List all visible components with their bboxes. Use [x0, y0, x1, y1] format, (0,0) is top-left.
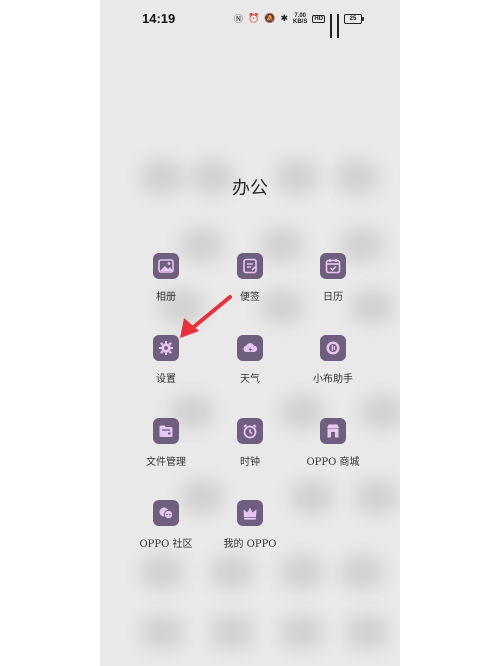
- signal-icon-2: [337, 14, 340, 38]
- blurred-app-row: [100, 615, 400, 655]
- network-speed: 7.00 KB/S: [293, 12, 308, 25]
- phone-screen: 14:19 Ⓝ ⏰ 🔕 ✱ 7.00 KB/S HD 25 办公 相册 便签 日…: [100, 0, 400, 666]
- app-label: 文件管理: [146, 457, 186, 468]
- app-label: 天气: [240, 374, 260, 385]
- file-manager-icon: [153, 418, 179, 444]
- status-time: 14:19: [142, 11, 176, 26]
- app-calendar[interactable]: 日历: [288, 253, 378, 303]
- settings-gear-icon: [153, 335, 179, 361]
- app-file-manager[interactable]: 文件管理: [121, 418, 211, 468]
- app-my-oppo[interactable]: 我的 OPPO: [205, 500, 295, 550]
- app-label: 设置: [156, 374, 176, 385]
- app-label: 日历: [323, 292, 343, 303]
- battery-indicator: 25: [344, 13, 365, 24]
- app-label: 便签: [240, 292, 260, 303]
- folder-title: 办公: [232, 178, 268, 199]
- app-label: 相册: [156, 292, 176, 303]
- calendar-icon: [320, 253, 346, 279]
- blurred-app-row: [100, 555, 400, 595]
- mute-icon: 🔕: [264, 13, 276, 23]
- app-label: 时钟: [240, 457, 260, 468]
- nfc-icon: Ⓝ: [234, 14, 244, 24]
- app-assistant[interactable]: 小布助手: [288, 335, 378, 385]
- app-weather[interactable]: 天气: [205, 335, 295, 385]
- community-icon: [153, 500, 179, 526]
- status-bar: 14:19 Ⓝ ⏰ 🔕 ✱ 7.00 KB/S HD 25: [100, 0, 400, 38]
- crown-icon: [237, 500, 263, 526]
- bluetooth-icon: ✱: [280, 13, 288, 23]
- store-icon: [320, 418, 346, 444]
- alarm-icon: ⏰: [248, 13, 260, 23]
- app-oppo-community[interactable]: OPPO 社区: [121, 500, 211, 550]
- weather-cloud-icon: [237, 335, 263, 361]
- app-label: 小布助手: [313, 374, 353, 385]
- app-label: OPPO 社区: [139, 539, 193, 550]
- app-gallery[interactable]: 相册: [121, 253, 211, 303]
- notes-icon: [237, 253, 263, 279]
- clock-icon: [237, 418, 263, 444]
- app-notes[interactable]: 便签: [205, 253, 295, 303]
- app-oppo-store[interactable]: OPPO 商城: [288, 418, 378, 468]
- app-label: OPPO 商城: [306, 457, 360, 468]
- app-label: 我的 OPPO: [223, 539, 277, 550]
- status-icons: Ⓝ ⏰ 🔕 ✱ 7.00 KB/S HD 25: [234, 12, 365, 38]
- gallery-icon: [153, 253, 179, 279]
- hd-badge: HD: [312, 14, 326, 23]
- assistant-icon: [320, 335, 346, 361]
- app-settings[interactable]: 设置: [121, 335, 211, 385]
- app-clock[interactable]: 时钟: [205, 418, 295, 468]
- signal-icon: [330, 14, 333, 38]
